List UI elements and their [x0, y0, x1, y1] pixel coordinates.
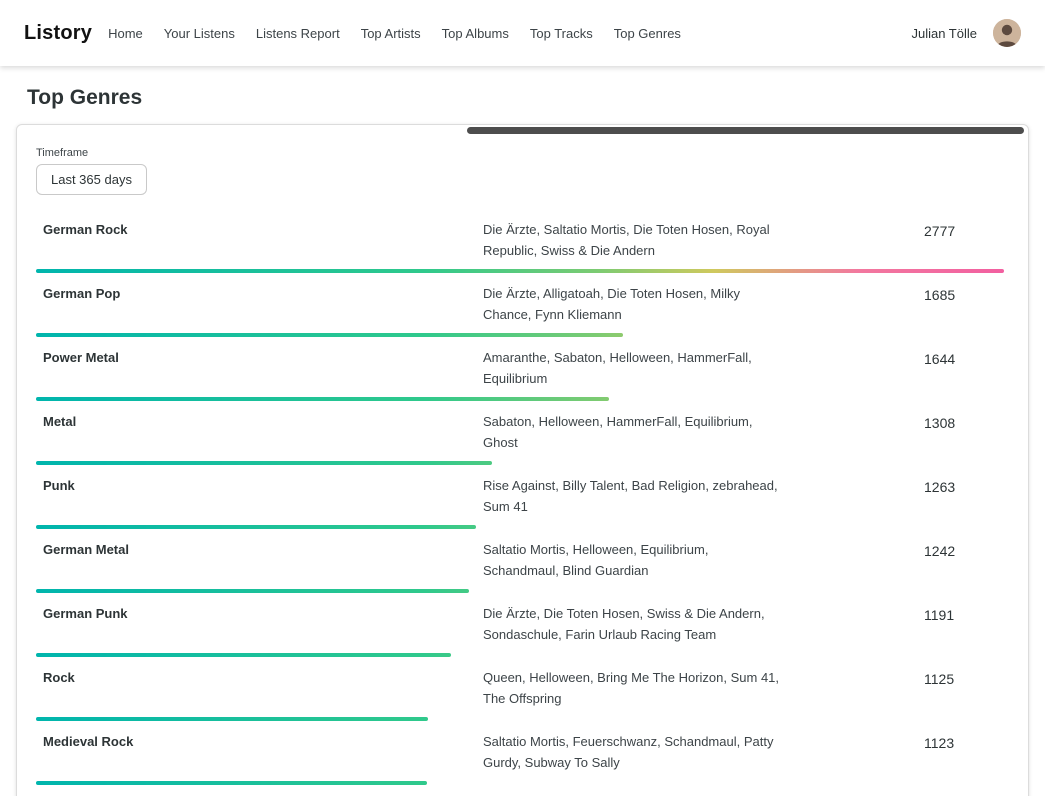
- table-row: German Punk Die Ärzte, Die Toten Hosen, …: [36, 595, 1004, 659]
- genre-artists: Saltatio Mortis, Helloween, Equilibrium,…: [483, 539, 783, 581]
- genre-name: Punk: [36, 475, 483, 517]
- horizontal-scrollbar-thumb[interactable]: [467, 127, 1024, 134]
- genre-name: Rock: [36, 667, 483, 709]
- genre-bar: [36, 717, 428, 721]
- page-content: Top Genres Timeframe Last 365 days Germa…: [0, 86, 1045, 796]
- genre-count: 1308: [924, 411, 1004, 453]
- user-name[interactable]: Julian Tölle: [911, 26, 977, 41]
- table-row: Medieval Rock Saltatio Mortis, Feuerschw…: [36, 723, 1004, 787]
- nav-item-top-tracks[interactable]: Top Tracks: [530, 26, 593, 41]
- genre-bar: [36, 461, 492, 465]
- genre-name: Power Metal: [36, 347, 483, 389]
- genre-count: 1263: [924, 475, 1004, 517]
- genre-name: German Rock: [36, 219, 483, 261]
- user-silhouette-icon: [993, 19, 1021, 47]
- genre-bar: [36, 269, 1004, 273]
- nav-item-top-artists[interactable]: Top Artists: [361, 26, 421, 41]
- table-row: Punk Rise Against, Billy Talent, Bad Rel…: [36, 467, 1004, 531]
- genre-table: German Rock Die Ärzte, Saltatio Mortis, …: [36, 211, 1004, 796]
- table-row: Power Metal Amaranthe, Sabaton, Hellowee…: [36, 339, 1004, 403]
- top-navigation-bar: Listory Home Your Listens Listens Report…: [0, 0, 1045, 66]
- nav-item-listens-report[interactable]: Listens Report: [256, 26, 340, 41]
- genre-bar: [36, 525, 476, 529]
- genre-bar: [36, 653, 451, 657]
- genre-artists: Die Ärzte, Die Toten Hosen, Swiss & Die …: [483, 603, 783, 645]
- timeframe-label: Timeframe: [36, 147, 1004, 159]
- genre-name: Medieval Rock: [36, 731, 483, 773]
- genre-count: 1685: [924, 283, 1004, 325]
- table-row: Melodic Metal Unleash The Archers, Hello…: [36, 787, 1004, 796]
- genre-artists: Saltatio Mortis, Feuerschwanz, Schandmau…: [483, 731, 783, 773]
- table-row: German Pop Die Ärzte, Alligatoah, Die To…: [36, 275, 1004, 339]
- genre-artists: Sabaton, Helloween, HammerFall, Equilibr…: [483, 411, 783, 453]
- genre-bar: [36, 333, 623, 337]
- nav-item-top-genres[interactable]: Top Genres: [614, 26, 681, 41]
- app-logo[interactable]: Listory: [24, 22, 92, 45]
- page-title: Top Genres: [27, 86, 1029, 110]
- table-row: Metal Sabaton, Helloween, HammerFall, Eq…: [36, 403, 1004, 467]
- topbar-user-area: Julian Tölle: [911, 19, 1021, 47]
- genre-artists: Die Ärzte, Alligatoah, Die Toten Hosen, …: [483, 283, 783, 325]
- table-row: German Metal Saltatio Mortis, Helloween,…: [36, 531, 1004, 595]
- genre-name: German Metal: [36, 539, 483, 581]
- genre-artists: Queen, Helloween, Bring Me The Horizon, …: [483, 667, 783, 709]
- table-row: German Rock Die Ärzte, Saltatio Mortis, …: [36, 211, 1004, 275]
- table-row: Rock Queen, Helloween, Bring Me The Hori…: [36, 659, 1004, 723]
- genre-count: 1125: [924, 667, 1004, 709]
- nav-item-your-listens[interactable]: Your Listens: [164, 26, 235, 41]
- genre-bar: [36, 781, 427, 785]
- genre-name: German Pop: [36, 283, 483, 325]
- timeframe-select[interactable]: Last 365 days: [36, 164, 147, 195]
- genre-bar: [36, 397, 609, 401]
- genre-count: 1644: [924, 347, 1004, 389]
- main-nav: Home Your Listens Listens Report Top Art…: [108, 26, 681, 41]
- genre-artists: Amaranthe, Sabaton, Helloween, HammerFal…: [483, 347, 783, 389]
- top-genres-card: Timeframe Last 365 days German Rock Die …: [16, 124, 1029, 796]
- avatar[interactable]: [993, 19, 1021, 47]
- nav-item-home[interactable]: Home: [108, 26, 143, 41]
- nav-item-top-albums[interactable]: Top Albums: [442, 26, 509, 41]
- genre-name: German Punk: [36, 603, 483, 645]
- genre-artists: Rise Against, Billy Talent, Bad Religion…: [483, 475, 783, 517]
- genre-bar: [36, 589, 469, 593]
- genre-count: 2777: [924, 219, 1004, 261]
- genre-artists: Die Ärzte, Saltatio Mortis, Die Toten Ho…: [483, 219, 783, 261]
- genre-count: 1123: [924, 731, 1004, 773]
- genre-count: 1191: [924, 603, 1004, 645]
- genre-count: 1242: [924, 539, 1004, 581]
- genre-name: Metal: [36, 411, 483, 453]
